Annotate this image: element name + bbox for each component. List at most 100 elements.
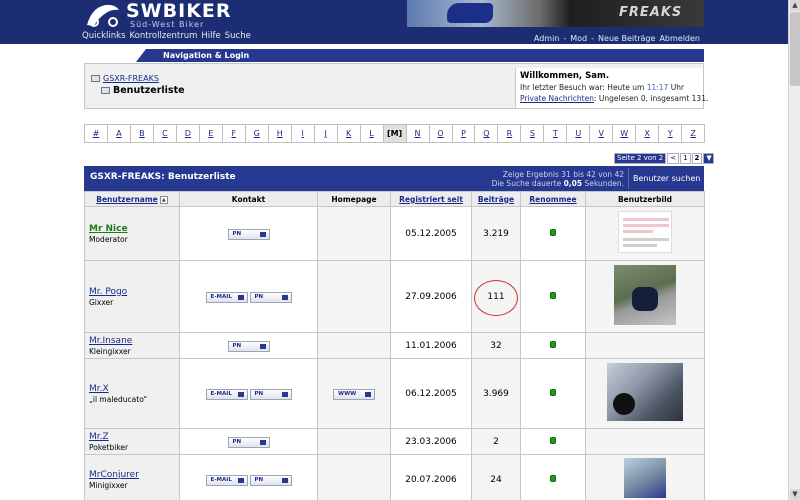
alphabet-letter-link[interactable]: # bbox=[84, 124, 108, 143]
col-posts-label[interactable]: Beiträge bbox=[478, 195, 514, 204]
col-reputation-label[interactable]: Renommee bbox=[529, 195, 576, 204]
result-info: Zeige Ergebnis 31 bis 42 von 42 Die Such… bbox=[492, 170, 624, 188]
col-registered[interactable]: Registriert seit bbox=[390, 191, 472, 207]
page-1-link[interactable]: 1 bbox=[680, 153, 691, 164]
alphabet-letter-link[interactable]: G bbox=[244, 124, 269, 143]
biker-logo-icon bbox=[87, 4, 119, 27]
alphabet-letter-link[interactable]: P bbox=[451, 124, 476, 143]
col-registered-label[interactable]: Registriert seit bbox=[399, 195, 463, 204]
vertical-scrollbar[interactable]: ▲ ▼ bbox=[788, 0, 800, 500]
search-users-label[interactable]: Benutzer suchen bbox=[633, 174, 700, 183]
username-link[interactable]: MrConjurer bbox=[89, 470, 179, 480]
mod-link[interactable]: Mod bbox=[570, 34, 587, 43]
username-link[interactable]: Mr.X bbox=[89, 384, 179, 394]
logout-link[interactable]: Abmelden bbox=[659, 34, 700, 43]
breadcrumb-parent-label[interactable]: GSXR-FREAKS bbox=[103, 74, 159, 83]
pm-button[interactable]: PN bbox=[249, 388, 292, 400]
col-posts[interactable]: Beiträge bbox=[471, 191, 521, 207]
reputation-icon[interactable] bbox=[550, 340, 556, 348]
alphabet-letter-link[interactable]: T bbox=[543, 124, 568, 143]
reputation-cell bbox=[520, 332, 586, 359]
last-visit-suffix: Uhr bbox=[670, 83, 685, 92]
email-button[interactable]: E-MAIL bbox=[205, 388, 248, 400]
pm-button[interactable]: PN bbox=[227, 340, 270, 352]
alphabet-letter-link[interactable]: S bbox=[520, 124, 545, 143]
col-username[interactable]: Benutzername ▲ bbox=[84, 191, 180, 207]
username-link[interactable]: Mr Nice bbox=[89, 224, 179, 234]
alphabet-filter: # A B C D E F G H I J K L [M] N O P Q R S T U V W X Y Z bbox=[84, 124, 706, 143]
alphabet-letter-link[interactable]: Q bbox=[474, 124, 499, 143]
banner-text: FREAKS bbox=[619, 5, 683, 20]
alphabet-letter-link[interactable]: L bbox=[359, 124, 384, 143]
alphabet-letter-link[interactable]: E bbox=[198, 124, 223, 143]
quicklinks-link[interactable]: Quicklinks bbox=[82, 31, 126, 41]
scroll-thumb[interactable] bbox=[790, 12, 800, 86]
posts-cell[interactable]: 3.219 bbox=[471, 206, 521, 261]
posts-cell[interactable]: 32 bbox=[471, 332, 521, 359]
contact-cell: PN bbox=[179, 428, 318, 455]
email-button[interactable]: E-MAIL bbox=[205, 474, 248, 486]
alphabet-letter-link[interactable]: H bbox=[267, 124, 292, 143]
alphabet-letter-link[interactable]: B bbox=[129, 124, 154, 143]
alphabet-letter-link[interactable]: V bbox=[589, 124, 614, 143]
username-link[interactable]: Mr. Pogo bbox=[89, 287, 179, 297]
alphabet-letter-link[interactable]: U bbox=[566, 124, 591, 143]
pm-button[interactable]: PN bbox=[227, 228, 270, 240]
contact-cell: PN bbox=[179, 206, 318, 261]
alphabet-letter-link[interactable]: I bbox=[290, 124, 315, 143]
col-username-label[interactable]: Benutzername bbox=[96, 195, 158, 204]
search-duration: Die Suche dauerte 0,05 Sekunden. bbox=[492, 179, 624, 188]
alphabet-letter-link[interactable]: W bbox=[612, 124, 637, 143]
alphabet-letter-link[interactable]: R bbox=[497, 124, 522, 143]
username-link[interactable]: Mr.Insane bbox=[89, 336, 179, 346]
reputation-icon[interactable] bbox=[550, 474, 556, 482]
posts-cell[interactable]: 3.969 bbox=[471, 358, 521, 429]
alphabet-letter-link[interactable]: K bbox=[336, 124, 361, 143]
pm-button[interactable]: PN bbox=[249, 291, 292, 303]
picture-cell bbox=[585, 358, 705, 429]
posts-cell[interactable]: 24 bbox=[471, 454, 521, 500]
reputation-icon[interactable] bbox=[550, 436, 556, 444]
alphabet-letter-link[interactable]: O bbox=[428, 124, 453, 143]
control-center-link[interactable]: Kontrollzentrum bbox=[130, 31, 198, 41]
alphabet-letter-link[interactable]: C bbox=[152, 124, 177, 143]
alphabet-letter-link[interactable]: J bbox=[313, 124, 338, 143]
private-messages-link[interactable]: Private Nachrichten bbox=[520, 94, 594, 103]
alphabet-letter-link[interactable]: N bbox=[405, 124, 430, 143]
pm-button[interactable]: PN bbox=[227, 436, 270, 448]
breadcrumb-parent-link[interactable]: GSXR-FREAKS bbox=[91, 74, 185, 83]
posts-cell[interactable]: 2 bbox=[471, 428, 521, 455]
admin-link[interactable]: Admin bbox=[534, 34, 560, 43]
alphabet-letter-link[interactable]: D bbox=[175, 124, 200, 143]
alphabet-letter-link[interactable]: Y bbox=[658, 124, 683, 143]
search-link[interactable]: Suche bbox=[225, 31, 251, 41]
sort-arrow-icon[interactable]: ▲ bbox=[159, 195, 168, 204]
alphabet-letter-link[interactable]: A bbox=[106, 124, 131, 143]
reputation-icon[interactable] bbox=[550, 388, 556, 396]
scroll-up-arrow-icon[interactable]: ▲ bbox=[790, 0, 800, 11]
alphabet-letter-link[interactable]: F bbox=[221, 124, 246, 143]
new-posts-link[interactable]: Neue Beiträge bbox=[598, 34, 655, 43]
alphabet-letter-link[interactable]: X bbox=[635, 124, 660, 143]
www-button[interactable]: WWW bbox=[333, 388, 375, 400]
alphabet-letter-link[interactable]: Z bbox=[681, 124, 706, 143]
site-logo[interactable]: SWBIKER Süd-West Biker bbox=[84, 1, 234, 29]
registered-cell: 06.12.2005 bbox=[390, 358, 472, 429]
member-table: Benutzername ▲ Kontakt Homepage Registrie… bbox=[84, 191, 705, 500]
username-link[interactable]: Mr.Z bbox=[89, 432, 179, 442]
email-button[interactable]: E-MAIL bbox=[205, 291, 248, 303]
username-cell: Mr. Pogo Gixxer bbox=[84, 260, 180, 333]
search-users-button[interactable]: Benutzer suchen ▼ bbox=[628, 168, 704, 204]
page-indicator[interactable]: Seite 2 von 2 bbox=[614, 153, 667, 164]
scroll-down-arrow-icon[interactable]: ▼ bbox=[790, 489, 800, 500]
chevron-down-icon[interactable]: ▼ bbox=[703, 153, 715, 164]
help-link[interactable]: Hilfe bbox=[201, 31, 220, 41]
pm-button[interactable]: PN bbox=[249, 474, 292, 486]
contact-cell: E-MAIL PN bbox=[179, 358, 318, 429]
posts-cell[interactable]: 111 bbox=[471, 260, 521, 333]
reputation-icon[interactable] bbox=[550, 228, 556, 236]
quicklinks-bar: Quicklinks Kontrollzentrum Hilfe Suche bbox=[82, 31, 251, 41]
col-reputation[interactable]: Renommee bbox=[520, 191, 586, 207]
prev-page-button[interactable]: < bbox=[667, 153, 680, 164]
reputation-icon[interactable] bbox=[550, 291, 556, 299]
